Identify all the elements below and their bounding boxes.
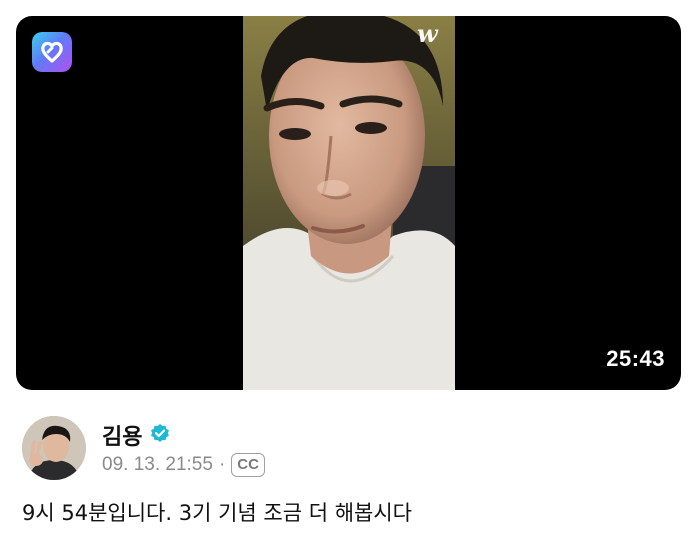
cc-badge: CC xyxy=(231,453,265,477)
post-text: 9시 54분입니다. 3기 기념 조금 더 해봅시다 xyxy=(22,501,412,525)
video-duration: 25:43 xyxy=(606,346,665,371)
author-name[interactable]: 김용 xyxy=(102,419,142,451)
weverse-heart-icon xyxy=(32,32,72,72)
post-meta: 09. 13. 21:55 · CC xyxy=(102,453,265,477)
verified-badge-icon xyxy=(150,423,170,447)
post-timestamp: 09. 13. 21:55 xyxy=(102,454,213,475)
author-row: 김용 xyxy=(102,419,170,451)
video-thumbnail: w xyxy=(243,16,455,390)
avatar[interactable] xyxy=(22,416,86,480)
weverse-watermark: w xyxy=(417,19,438,48)
post-card: w 25:43 김용 09. 13. 21:55 · CC 9시 54분입니다.… xyxy=(0,0,696,543)
video-player[interactable]: w 25:43 xyxy=(16,16,681,390)
meta-separator: · xyxy=(218,454,226,475)
